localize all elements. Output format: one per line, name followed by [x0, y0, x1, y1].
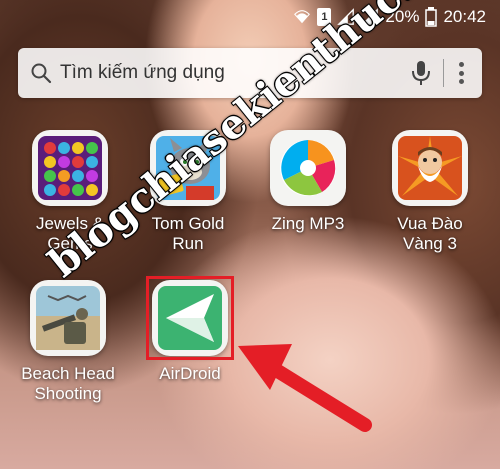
sim-icon: 1	[317, 8, 332, 26]
vua-dao-vang-icon	[392, 130, 468, 206]
app-label: Vua Đào Vàng 3	[397, 214, 463, 253]
more-icon[interactable]	[458, 62, 464, 84]
search-input[interactable]: Tìm kiếm ứng dụng	[60, 62, 409, 84]
app-label: Tom Gold Run	[151, 214, 225, 253]
battery-percent: 20%	[385, 7, 420, 26]
app-label: Zing MP3	[271, 214, 345, 233]
app-label: Beach Head Shooting	[21, 364, 115, 403]
tom-gold-run-icon	[150, 130, 226, 206]
jewels-gems-icon	[32, 130, 108, 206]
app-tom-gold-run[interactable]: Tom Gold Run	[128, 130, 248, 254]
zing-mp3-icon	[270, 130, 346, 206]
highlight-box	[146, 276, 234, 360]
app-label: AirDroid	[159, 364, 221, 383]
mic-icon[interactable]	[409, 59, 433, 87]
app-zing-mp3[interactable]: Zing MP3	[248, 130, 368, 234]
app-jewels-gems[interactable]: Jewels & Gems	[10, 130, 130, 254]
status-bar: 1 20% 20:42	[0, 0, 500, 34]
app-search-bar[interactable]: Tìm kiếm ứng dụng	[18, 48, 482, 98]
search-divider	[443, 59, 444, 87]
app-label: Jewels & Gems	[35, 214, 105, 253]
clock: 20:42	[443, 7, 486, 26]
signal-icon	[337, 8, 355, 25]
app-vua-dao-vang[interactable]: Vua Đào Vàng 3	[370, 130, 490, 254]
app-beach-head-shooting[interactable]: Beach Head Shooting	[8, 280, 128, 404]
wifi-icon	[294, 10, 311, 24]
signal-icon	[361, 8, 379, 25]
beach-head-icon	[30, 280, 106, 356]
search-icon	[31, 63, 52, 84]
battery-icon	[425, 7, 438, 27]
